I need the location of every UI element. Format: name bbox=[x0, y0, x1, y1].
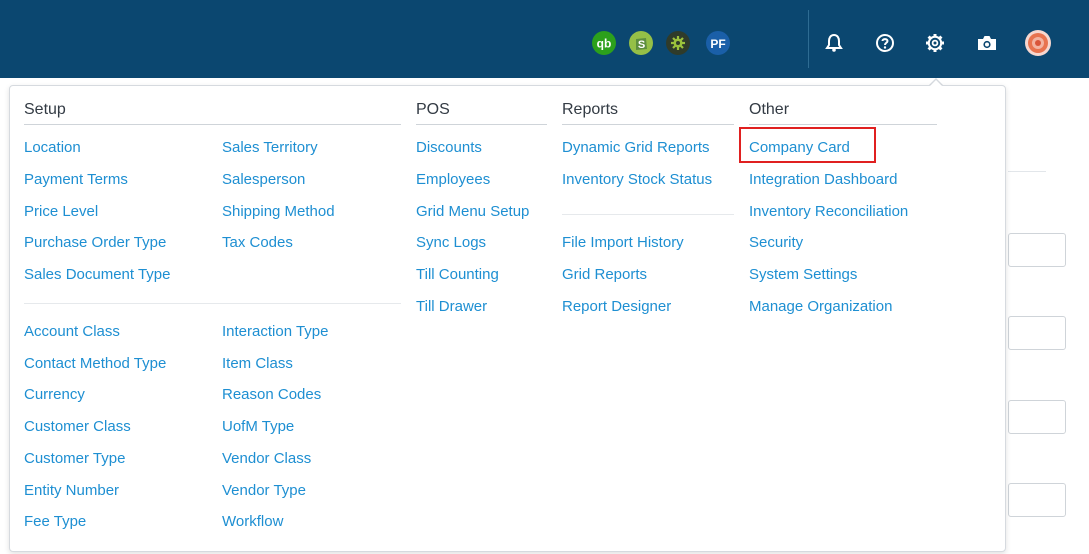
menu-item-customer-class[interactable]: Customer Class bbox=[24, 418, 131, 436]
menu-item-salesperson[interactable]: Salesperson bbox=[222, 171, 305, 189]
background-divider bbox=[1008, 171, 1046, 172]
menu-item-payment-terms[interactable]: Payment Terms bbox=[24, 171, 128, 189]
pf-label: PF bbox=[710, 37, 725, 51]
menu-item-purchase-order-type[interactable]: Purchase Order Type bbox=[24, 234, 166, 252]
menu-item-inventory-reconciliation[interactable]: Inventory Reconciliation bbox=[749, 203, 908, 221]
menu-item-manage-organization[interactable]: Manage Organization bbox=[749, 298, 892, 316]
menu-item-file-import-history[interactable]: File Import History bbox=[562, 234, 684, 252]
menu-item-sync-logs[interactable]: Sync Logs bbox=[416, 234, 486, 252]
avatar[interactable] bbox=[1024, 29, 1052, 57]
quickbooks-icon[interactable]: qb bbox=[590, 29, 618, 57]
top-navigation-bar: qb S PF bbox=[0, 0, 1089, 78]
menu-item-system-settings[interactable]: System Settings bbox=[749, 266, 857, 284]
menu-item-shipping-method[interactable]: Shipping Method bbox=[222, 203, 335, 221]
help-icon[interactable] bbox=[871, 29, 899, 57]
svg-text:S: S bbox=[638, 39, 645, 51]
background-input[interactable] bbox=[1008, 400, 1066, 434]
bell-icon[interactable] bbox=[820, 29, 848, 57]
background-input[interactable] bbox=[1008, 483, 1066, 517]
reports-title-rule bbox=[562, 124, 734, 125]
pf-icon[interactable]: PF bbox=[704, 29, 732, 57]
menu-item-vendor-type[interactable]: Vendor Type bbox=[222, 482, 306, 500]
extension-gear-icon[interactable] bbox=[664, 29, 692, 57]
company-card-highlight bbox=[739, 127, 876, 163]
shopify-icon[interactable]: S bbox=[627, 29, 655, 57]
menu-item-dynamic-grid-reports[interactable]: Dynamic Grid Reports bbox=[562, 139, 710, 157]
menu-item-tax-codes[interactable]: Tax Codes bbox=[222, 234, 293, 252]
section-title-other: Other bbox=[749, 101, 790, 118]
menu-item-reason-codes[interactable]: Reason Codes bbox=[222, 386, 321, 404]
menu-item-employees[interactable]: Employees bbox=[416, 171, 490, 189]
settings-icon[interactable] bbox=[921, 29, 949, 57]
menu-item-uofm-type[interactable]: UofM Type bbox=[222, 418, 294, 436]
quickbooks-label: qb bbox=[597, 37, 612, 51]
reports-group-divider bbox=[562, 214, 734, 215]
menu-item-item-class[interactable]: Item Class bbox=[222, 355, 293, 373]
menu-item-currency[interactable]: Currency bbox=[24, 386, 85, 404]
menu-item-discounts[interactable]: Discounts bbox=[416, 139, 482, 157]
menu-item-vendor-class[interactable]: Vendor Class bbox=[222, 450, 311, 468]
setup-group-divider bbox=[24, 303, 401, 304]
menu-item-till-drawer[interactable]: Till Drawer bbox=[416, 298, 487, 316]
background-input[interactable] bbox=[1008, 233, 1066, 267]
pos-title-rule bbox=[416, 124, 547, 125]
background-input[interactable] bbox=[1008, 316, 1066, 350]
menu-item-interaction-type[interactable]: Interaction Type bbox=[222, 323, 328, 341]
menu-item-account-class[interactable]: Account Class bbox=[24, 323, 120, 341]
camera-icon[interactable] bbox=[973, 29, 1001, 57]
menu-item-contact-method-type[interactable]: Contact Method Type bbox=[24, 355, 166, 373]
setup-title-rule bbox=[24, 124, 401, 125]
menu-item-price-level[interactable]: Price Level bbox=[24, 203, 98, 221]
menu-item-inventory-stock-status[interactable]: Inventory Stock Status bbox=[562, 171, 712, 189]
other-title-rule bbox=[749, 124, 937, 125]
menu-item-sales-document-type[interactable]: Sales Document Type bbox=[24, 266, 170, 284]
section-title-pos: POS bbox=[416, 101, 450, 118]
menu-item-workflow[interactable]: Workflow bbox=[222, 513, 283, 531]
section-title-reports: Reports bbox=[562, 101, 619, 118]
menu-item-sales-territory[interactable]: Sales Territory bbox=[222, 139, 318, 157]
menu-item-fee-type[interactable]: Fee Type bbox=[24, 513, 86, 531]
section-title-setup: Setup bbox=[24, 101, 66, 118]
menu-item-location[interactable]: Location bbox=[24, 139, 81, 157]
menu-item-grid-menu-setup[interactable]: Grid Menu Setup bbox=[416, 203, 529, 221]
toolbar-divider bbox=[808, 10, 809, 68]
menu-item-customer-type[interactable]: Customer Type bbox=[24, 450, 125, 468]
menu-item-report-designer[interactable]: Report Designer bbox=[562, 298, 671, 316]
menu-item-security[interactable]: Security bbox=[749, 234, 803, 252]
menu-item-till-counting[interactable]: Till Counting bbox=[416, 266, 499, 284]
menu-item-entity-number[interactable]: Entity Number bbox=[24, 482, 119, 500]
menu-item-grid-reports[interactable]: Grid Reports bbox=[562, 266, 647, 284]
menu-caret-inner bbox=[930, 80, 942, 86]
menu-item-integration-dashboard[interactable]: Integration Dashboard bbox=[749, 171, 897, 189]
